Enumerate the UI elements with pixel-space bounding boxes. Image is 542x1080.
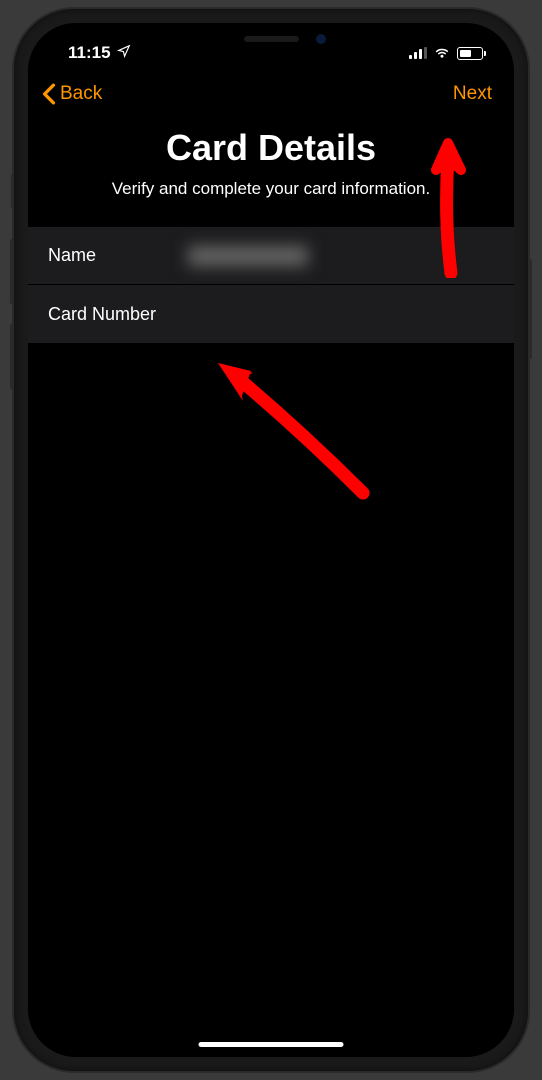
location-icon <box>117 43 131 63</box>
name-label: Name <box>48 245 188 266</box>
status-bar-left: 11:15 <box>68 43 131 63</box>
chevron-left-icon <box>42 83 56 105</box>
battery-icon <box>457 47 486 60</box>
cellular-signal-icon <box>409 47 427 59</box>
navigation-bar: Back Next <box>28 71 514 123</box>
phone-frame: 11:15 <box>14 9 528 1071</box>
phone-screen: 11:15 <box>28 23 514 1057</box>
next-label: Next <box>453 83 492 104</box>
speaker <box>244 36 299 42</box>
notch <box>161 23 381 55</box>
volume-up-button <box>10 239 14 304</box>
home-indicator[interactable] <box>199 1042 344 1047</box>
name-row[interactable]: Name <box>28 227 514 285</box>
front-camera <box>316 34 326 44</box>
annotation-arrow-card-number <box>203 353 373 508</box>
wifi-icon <box>433 43 451 63</box>
card-number-row[interactable]: Card Number <box>28 285 514 343</box>
name-field[interactable] <box>188 246 308 266</box>
card-form: Name Card Number <box>28 227 514 343</box>
mute-switch <box>11 174 14 209</box>
card-number-label: Card Number <box>48 304 188 325</box>
back-button[interactable]: Back <box>42 83 102 105</box>
next-button[interactable]: Next <box>453 83 492 105</box>
page-subtitle: Verify and complete your card informatio… <box>28 179 514 199</box>
back-label: Back <box>60 83 102 105</box>
volume-down-button <box>10 324 14 389</box>
page-title: Card Details <box>28 127 514 169</box>
status-time: 11:15 <box>68 43 111 63</box>
status-bar-right <box>409 43 486 63</box>
power-button <box>528 259 532 359</box>
